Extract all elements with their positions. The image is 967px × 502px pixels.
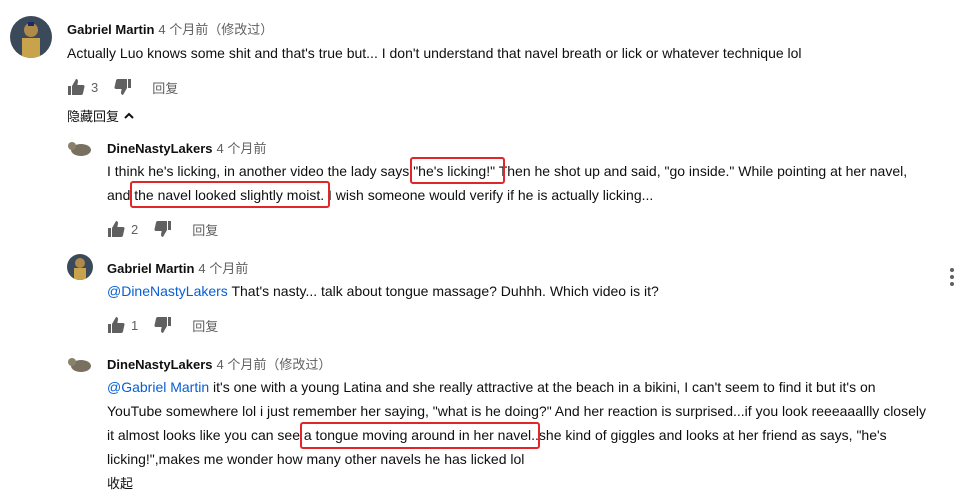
timestamp[interactable]: 4 个月前（修改过） <box>217 357 332 372</box>
mention-link[interactable]: @Gabriel Martin <box>107 379 209 395</box>
reply-button[interactable]: 回复 <box>192 316 218 335</box>
collapse-button[interactable]: 收起 <box>107 473 133 492</box>
text-run: . I wish someone would verify if he is a… <box>320 187 654 203</box>
author-name[interactable]: Gabriel Martin <box>107 261 194 276</box>
like-icon[interactable] <box>107 220 125 238</box>
comment-text: Actually Luo knows some shit and that's … <box>67 45 802 61</box>
comment-text: @DineNastyLakers That's nasty... talk ab… <box>107 279 947 303</box>
text-run: licking!",makes me wonder how many other… <box>107 451 525 467</box>
reply-button[interactable]: 回复 <box>152 78 178 97</box>
text-run: ..she kind of giggles and looks at her f… <box>531 427 887 443</box>
hide-replies-button[interactable]: 隐藏回复 <box>67 106 135 125</box>
dislike-icon[interactable] <box>154 316 172 334</box>
avatar[interactable] <box>67 254 93 280</box>
text-run: it's one with a young Latina and she rea… <box>209 379 876 395</box>
avatar[interactable] <box>10 16 52 58</box>
author-name[interactable]: Gabriel Martin <box>67 22 154 37</box>
mention-link[interactable]: @DineNastyLakers <box>107 283 228 299</box>
comment-header: Gabriel Martin 4 个月前（修改过） <box>67 19 273 38</box>
comment-actions: 2 回复 <box>107 217 218 241</box>
hide-replies-label: 隐藏回复 <box>67 109 120 124</box>
comment-header: DineNastyLakers 4 个月前（修改过） <box>107 354 331 373</box>
like-icon[interactable] <box>67 78 85 96</box>
more-vert-icon[interactable] <box>949 268 955 289</box>
text-run: Then he shot up and said, "go inside." W… <box>495 163 908 179</box>
timestamp[interactable]: 4 个月前 <box>198 261 248 276</box>
chevron-up-icon <box>123 110 135 122</box>
timestamp[interactable]: 4 个月前（修改过） <box>158 22 273 37</box>
comment-header: Gabriel Martin 4 个月前 <box>107 258 248 277</box>
timestamp[interactable]: 4 个月前 <box>217 141 267 156</box>
like-count: 1 <box>131 317 139 333</box>
comment-actions: 3 回复 <box>67 75 178 99</box>
author-name[interactable]: DineNastyLakers <box>107 141 213 156</box>
author-name[interactable]: DineNastyLakers <box>107 357 213 372</box>
comment-actions: 1 回复 <box>107 313 218 337</box>
dislike-icon[interactable] <box>114 78 132 96</box>
annotation-box <box>130 181 330 208</box>
dislike-icon[interactable] <box>154 220 172 238</box>
text-run: I think he's licking, in another video t… <box>107 163 414 179</box>
text-run: it almost looks like you can see <box>107 427 304 443</box>
like-icon[interactable] <box>107 316 125 334</box>
comment-header: DineNastyLakers 4 个月前 <box>107 138 266 157</box>
annotation-box <box>410 157 505 184</box>
like-count: 2 <box>131 221 139 237</box>
reply-button[interactable]: 回复 <box>192 220 218 239</box>
text-run: That's nasty... talk about tongue massag… <box>227 283 659 299</box>
like-count: 3 <box>91 79 99 95</box>
annotation-box <box>300 422 540 449</box>
avatar[interactable] <box>67 134 93 160</box>
avatar[interactable] <box>67 350 93 376</box>
text-run: YouTube somewhere lol i just remember he… <box>107 403 926 419</box>
